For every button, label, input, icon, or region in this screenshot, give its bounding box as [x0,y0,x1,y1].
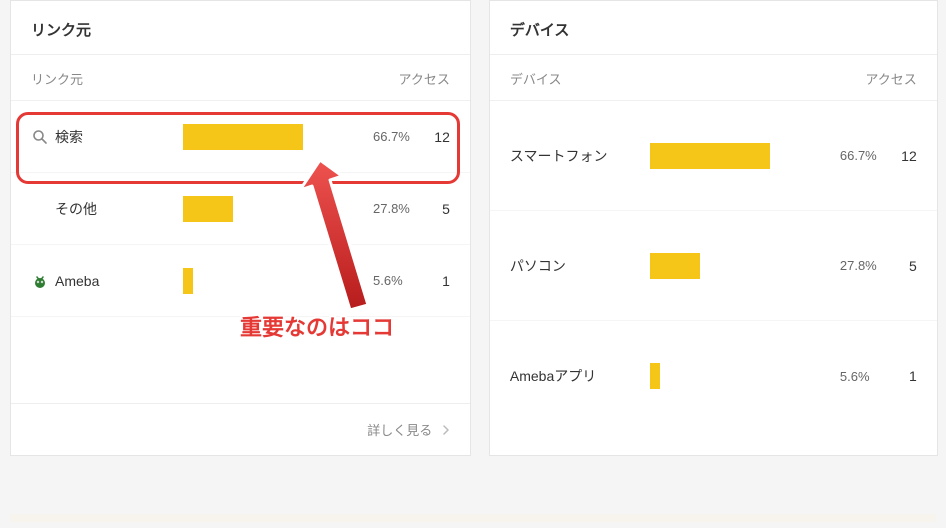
column-header-label: リンク元 [31,69,83,88]
bar-wrap: 66.7% [183,124,410,150]
ameba-icon [31,272,49,290]
search-icon [31,128,49,146]
empty-row [11,317,470,403]
blank-icon [31,200,49,218]
row-value: 5 [410,201,450,217]
bar-wrap: 66.7% [650,143,877,169]
row-label: その他 [55,199,183,219]
bar-wrap: 5.6% [183,268,410,294]
panel-title: リンク元 [11,1,470,55]
column-header-row: リンク元 アクセス [11,55,470,101]
bar-wrap: 5.6% [650,363,877,389]
bar [183,124,303,150]
row-label: Amebaアプリ [510,366,650,386]
column-header-value: アクセス [865,69,916,88]
referrer-row[interactable]: Ameba 5.6% 1 [11,245,470,317]
bar-percent: 5.6% [840,369,870,384]
bar-percent: 27.8% [373,201,410,216]
row-value: 1 [877,368,917,384]
bar [650,143,770,169]
bar [183,196,233,222]
device-row[interactable]: パソコン 27.8% 5 [490,211,937,321]
row-label: 検索 [55,127,183,147]
row-value: 12 [410,129,450,145]
see-more-link[interactable]: 詳しく見る [11,403,470,455]
column-header-value: アクセス [399,69,450,88]
referrer-row[interactable]: その他 27.8% 5 [11,173,470,245]
bottom-strip [10,514,936,522]
row-label: Ameba [55,273,183,289]
bar-percent: 27.8% [840,258,877,273]
device-row[interactable]: スマートフォン 66.7% 12 [490,101,937,211]
panel-title: デバイス [490,1,937,55]
bar-wrap: 27.8% [650,253,877,279]
bar-percent: 5.6% [373,273,403,288]
row-value: 5 [877,258,917,274]
device-panel: デバイス デバイス アクセス スマートフォン 66.7% 12 パソコン 27.… [489,0,938,456]
row-label: スマートフォン [510,146,650,166]
row-value: 12 [877,148,917,164]
device-row[interactable]: Amebaアプリ 5.6% 1 [490,321,937,431]
column-header-label: デバイス [510,69,562,88]
row-label: パソコン [510,256,650,276]
referrer-panel: リンク元 リンク元 アクセス 検索 66.7% 12 その他 [10,0,471,456]
bar-percent: 66.7% [373,129,410,144]
bar [650,363,660,389]
bar [183,268,193,294]
referrer-row[interactable]: 検索 66.7% 12 [11,101,470,173]
bar [650,253,700,279]
chevron-right-icon [442,423,450,438]
row-value: 1 [410,273,450,289]
bar-percent: 66.7% [840,148,877,163]
column-header-row: デバイス アクセス [490,55,937,101]
see-more-label: 詳しく見る [367,423,432,438]
bar-wrap: 27.8% [183,196,410,222]
